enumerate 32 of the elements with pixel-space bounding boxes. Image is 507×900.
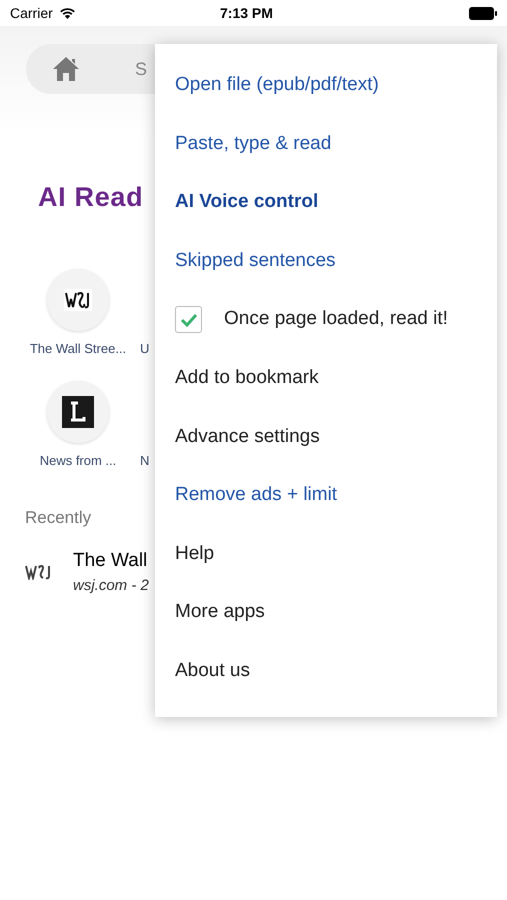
check-icon [180, 312, 198, 327]
search-placeholder: S [135, 58, 148, 80]
menu-item[interactable]: About us [155, 642, 497, 701]
recent-subtitle: wsj.com - 2 [73, 576, 149, 596]
checkbox[interactable] [175, 306, 202, 334]
shortcut-label[interactable]: N [140, 450, 150, 470]
recent-title[interactable]: The Wall [73, 546, 149, 575]
home-icon [52, 56, 80, 82]
menu-item[interactable]: Paste, type & read [155, 114, 497, 174]
newspaper-logo-icon [62, 396, 94, 428]
menu-item[interactable]: Remove ads + limit [155, 466, 497, 525]
site-icon[interactable] [47, 269, 109, 331]
menu-item[interactable]: More apps [155, 583, 497, 642]
shortcut-label[interactable]: News from ... [40, 450, 116, 470]
menu-item[interactable]: Open file (epub/pdf/text) [155, 56, 497, 115]
carrier-label: Carrier [10, 4, 53, 22]
wifi-icon [58, 7, 76, 19]
menu-item[interactable]: Add to bookmark [155, 348, 497, 408]
app-logo: AI Read [38, 184, 144, 211]
menu-item[interactable]: AI Voice control [155, 173, 497, 232]
newspaper-logo-icon [64, 289, 92, 311]
menu-item[interactable]: Once page loaded, read it! [224, 305, 448, 334]
menu-item[interactable]: Skipped sentences [155, 232, 497, 290]
menu-item[interactable]: Advance settings [155, 408, 497, 466]
menu-item[interactable]: Help [155, 524, 497, 584]
shortcut-label[interactable]: U [140, 339, 150, 358]
clock: 7:13 PM [220, 4, 273, 22]
battery-icon [469, 6, 497, 20]
site-icon[interactable] [47, 380, 109, 442]
shortcut-label[interactable]: The Wall Stree... [30, 339, 126, 358]
newspaper-logo-icon [25, 564, 53, 580]
section-heading: Recently [25, 507, 92, 529]
